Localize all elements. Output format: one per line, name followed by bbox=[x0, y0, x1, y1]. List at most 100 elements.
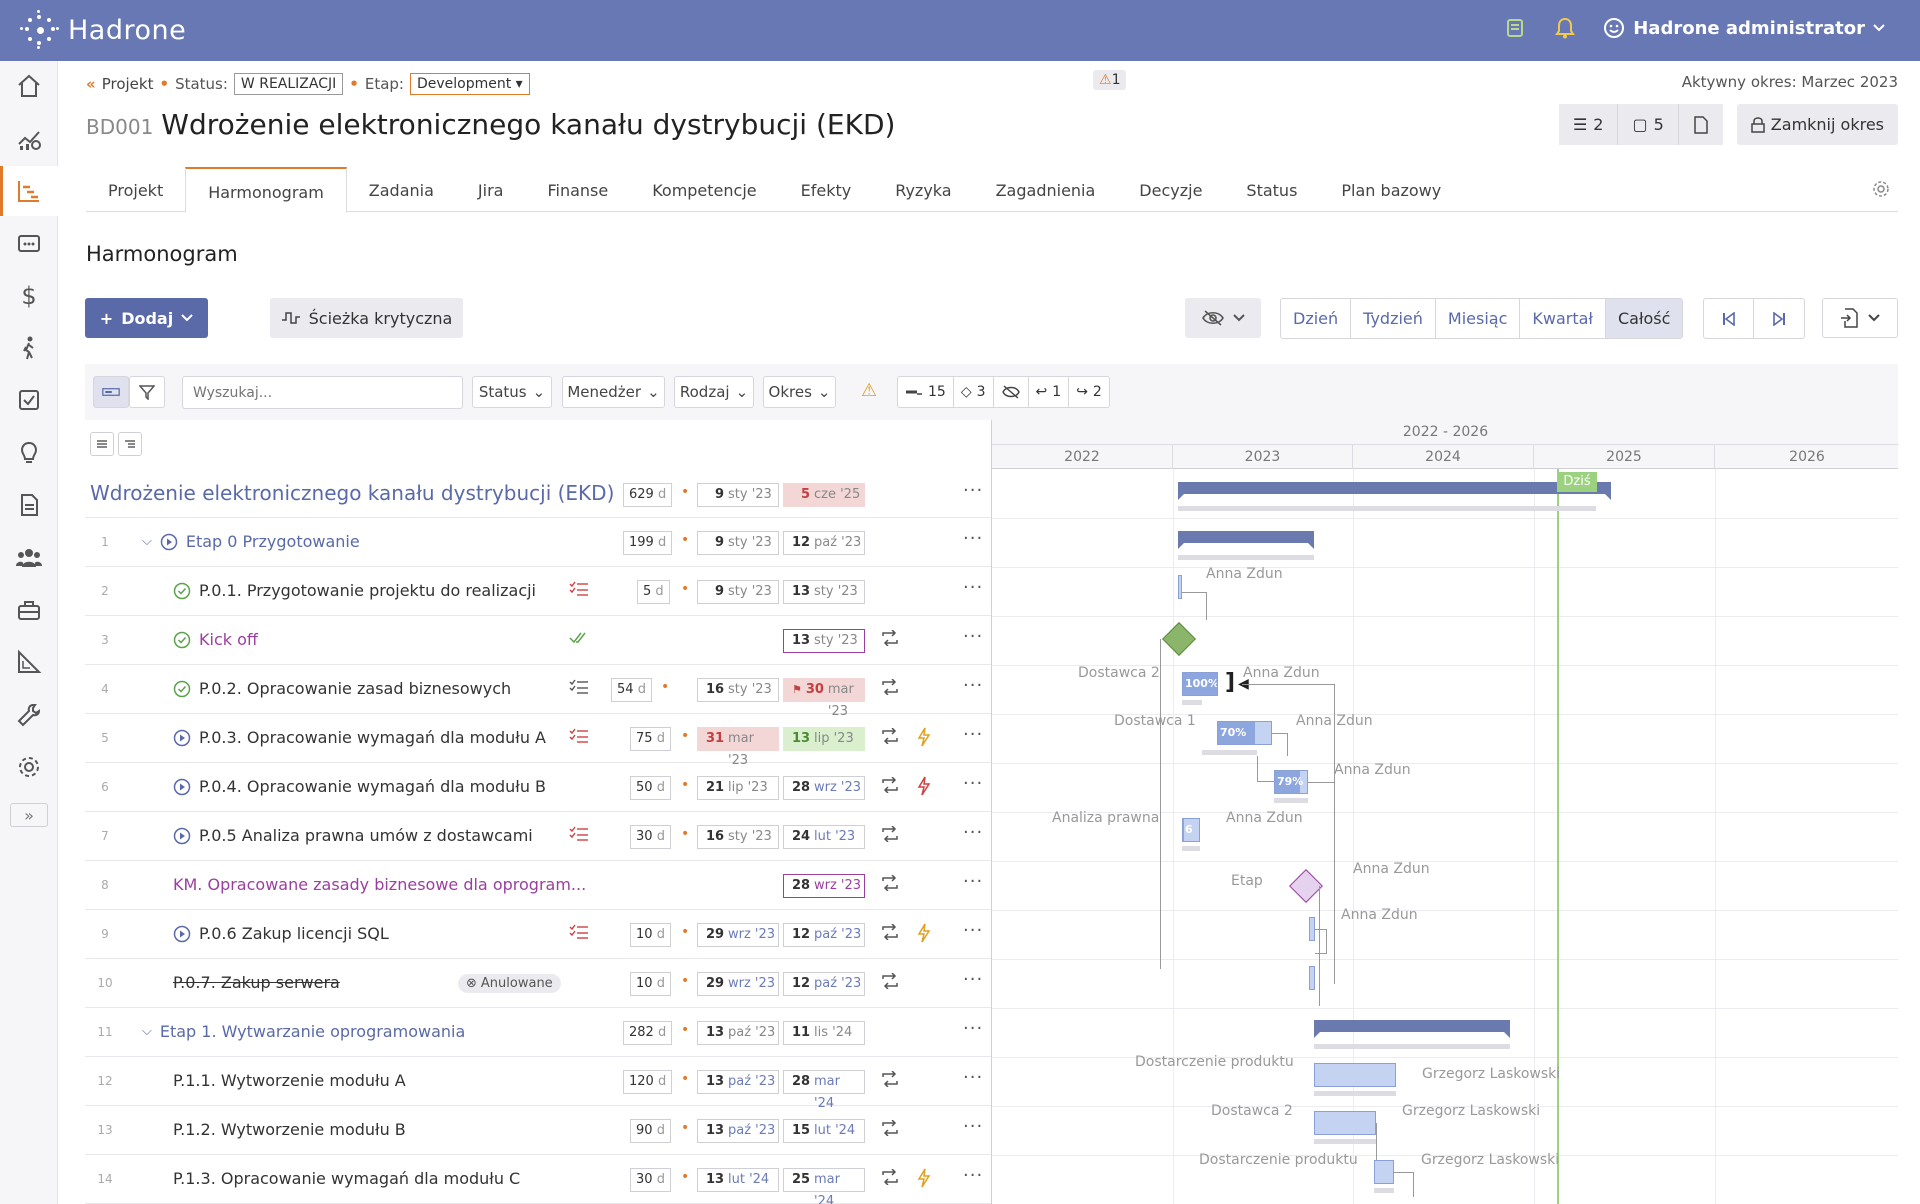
tab-harmonogram[interactable]: Harmonogram bbox=[185, 167, 347, 213]
phase-summary-bar[interactable] bbox=[1178, 531, 1314, 549]
relations-icon[interactable] bbox=[880, 825, 900, 846]
end-date[interactable]: 24 lut '23 bbox=[783, 825, 865, 849]
end-date[interactable]: 12 paź '23 bbox=[783, 531, 865, 555]
task-name[interactable]: P.0.7. Zakup serwera bbox=[173, 973, 340, 992]
zoom-quarter[interactable]: Kwartał bbox=[1520, 299, 1606, 338]
tab-projekt[interactable]: Projekt bbox=[86, 167, 185, 212]
lightning-icon[interactable] bbox=[917, 1168, 931, 1192]
type-filter[interactable]: Rodzaj ⌄ bbox=[674, 376, 754, 408]
task-name[interactable]: KM. Opracowane zasady biznesowe dla opro… bbox=[173, 875, 586, 894]
task-name[interactable]: P.0.5 Analiza prawna umów z dostawcami bbox=[173, 826, 533, 845]
lightbulb-icon[interactable] bbox=[0, 428, 58, 478]
relations-icon[interactable] bbox=[880, 727, 900, 748]
person-walk-icon[interactable] bbox=[0, 323, 58, 373]
task-name[interactable]: P.0.4. Opracowanie wymagań dla modułu B bbox=[173, 777, 546, 796]
stage-dropdown[interactable]: Development ▾ bbox=[409, 73, 530, 95]
start-date[interactable]: 21 lip '23 bbox=[697, 776, 779, 800]
back-chevrons-icon[interactable]: « bbox=[86, 75, 96, 93]
zoom-month[interactable]: Miesiąc bbox=[1436, 299, 1521, 338]
task-name[interactable]: P.0.2. Opracowanie zasad biznesowych bbox=[173, 679, 511, 698]
zoom-week[interactable]: Tydzień bbox=[1351, 299, 1436, 338]
task-name[interactable]: P.1.2. Wytworzenie modułu B bbox=[173, 1120, 406, 1139]
relations-icon[interactable] bbox=[880, 972, 900, 993]
task-name[interactable]: P.1.1. Wytworzenie modułu A bbox=[173, 1071, 406, 1090]
end-date[interactable]: 12 paź '23 bbox=[783, 923, 865, 947]
table-row[interactable]: 11 ⌵ Etap 1. Wytwarzanie oprogramowania 2… bbox=[85, 1008, 991, 1057]
tab-status[interactable]: Status bbox=[1224, 167, 1319, 212]
end-date[interactable]: 13 sty '23 bbox=[783, 629, 865, 653]
checkmarks-icon[interactable] bbox=[569, 630, 587, 649]
start-date[interactable]: 9 sty '23 bbox=[697, 531, 779, 555]
gantt-chart[interactable]: 2022 - 2026 2022 2023 2024 2025 2026 Dzi… bbox=[991, 420, 1898, 1204]
checklist-icon[interactable] bbox=[569, 728, 589, 748]
relations-icon[interactable] bbox=[880, 923, 900, 944]
start-date[interactable]: 13 paź '23 bbox=[697, 1070, 779, 1094]
predecessors-count[interactable]: ↩ 1 bbox=[1029, 377, 1070, 407]
checklist-icon[interactable] bbox=[569, 924, 589, 944]
row-menu-icon[interactable]: ··· bbox=[963, 577, 983, 598]
toggle-grid-icon[interactable] bbox=[93, 376, 129, 408]
close-period-button[interactable]: Zamknij okres bbox=[1736, 104, 1898, 145]
task-bar[interactable]: 100% bbox=[1182, 672, 1218, 696]
task-bar[interactable] bbox=[1314, 1063, 1396, 1087]
tab-finanse[interactable]: Finanse bbox=[525, 167, 630, 212]
phase-summary-bar[interactable] bbox=[1314, 1020, 1510, 1038]
app-logo[interactable]: Hadrone bbox=[20, 8, 186, 52]
row-menu-icon[interactable]: ··· bbox=[963, 480, 983, 501]
table-row[interactable]: 14 P.1.3. Opracowanie wymagań dla modułu… bbox=[85, 1155, 991, 1204]
manager-filter[interactable]: Menedżer ⌄ bbox=[562, 376, 665, 408]
add-button[interactable]: + Dodaj bbox=[85, 298, 208, 338]
tab-kompetencje[interactable]: Kompetencje bbox=[630, 167, 778, 212]
table-row[interactable]: 13 P.1.2. Wytworzenie modułu B 90 d • 13… bbox=[85, 1106, 991, 1155]
expand-sidebar-icon[interactable]: » bbox=[0, 797, 58, 833]
notes-icon[interactable] bbox=[1503, 16, 1527, 40]
task-count[interactable]: 15 bbox=[898, 377, 954, 407]
task-bar[interactable] bbox=[1374, 1160, 1394, 1184]
zoom-all[interactable]: Całość bbox=[1605, 299, 1683, 338]
team-icon[interactable] bbox=[0, 533, 58, 583]
end-date[interactable]: 15 lut '24 bbox=[783, 1119, 865, 1143]
settings-gear-icon[interactable] bbox=[0, 742, 58, 792]
end-date[interactable]: 28 mar '24 bbox=[783, 1070, 865, 1111]
hidden-links-toggle[interactable] bbox=[994, 377, 1029, 407]
task-name[interactable]: ⌵ Etap 0 Przygotowanie bbox=[142, 532, 360, 551]
task-name[interactable]: Kick off bbox=[173, 630, 258, 649]
export-button[interactable] bbox=[1822, 298, 1898, 338]
table-row[interactable]: 7 P.0.5 Analiza prawna umów z dostawcami… bbox=[85, 812, 991, 861]
end-date[interactable]: 11 lis '24 bbox=[783, 1021, 865, 1045]
relations-icon[interactable] bbox=[880, 678, 900, 699]
warning-badge[interactable]: ⚠1 bbox=[1093, 70, 1127, 90]
checkbox-icon[interactable] bbox=[0, 375, 58, 425]
dollar-icon[interactable]: $ bbox=[0, 271, 58, 321]
breadcrumb-project-link[interactable]: Projekt bbox=[102, 75, 154, 93]
end-date[interactable]: 12 paź '23 bbox=[783, 972, 865, 996]
row-menu-icon[interactable]: ··· bbox=[963, 1018, 983, 1039]
zoom-day[interactable]: Dzień bbox=[1281, 299, 1352, 338]
start-date[interactable]: 13 paź '23 bbox=[697, 1021, 779, 1045]
relations-icon[interactable] bbox=[880, 629, 900, 650]
document-icon[interactable] bbox=[0, 480, 58, 530]
filter-icon[interactable] bbox=[129, 376, 165, 408]
relations-icon[interactable] bbox=[880, 1070, 900, 1091]
milestone-count[interactable]: ◇ 3 bbox=[954, 377, 994, 407]
task-name[interactable]: ⌵ Etap 1. Wytwarzanie oprogramowania bbox=[142, 1022, 465, 1041]
end-date[interactable]: 28 wrz '23 bbox=[783, 776, 865, 800]
table-row[interactable]: 9 P.0.6 Zakup licencji SQL 10 d • 29 wrz … bbox=[85, 910, 991, 959]
end-date[interactable]: 13 sty '23 bbox=[783, 580, 865, 604]
relations-icon[interactable] bbox=[880, 874, 900, 895]
lightning-icon[interactable] bbox=[917, 923, 931, 947]
start-date[interactable]: 31 mar '23 bbox=[697, 727, 779, 768]
tab-plan-bazowy[interactable]: Plan bazowy bbox=[1319, 167, 1463, 212]
tab-efekty[interactable]: Efekty bbox=[779, 167, 874, 212]
portfolio-icon[interactable] bbox=[0, 218, 58, 268]
lightning-icon[interactable] bbox=[917, 776, 931, 800]
start-date[interactable]: 9 sty '23 bbox=[697, 580, 779, 604]
period-filter[interactable]: Okres ⌄ bbox=[763, 376, 836, 408]
task-name[interactable]: P.0.6 Zakup licencji SQL bbox=[173, 924, 389, 943]
start-date[interactable]: 29 wrz '23 bbox=[697, 972, 779, 996]
task-name[interactable]: Wdrożenie elektronicznego kanału dystryb… bbox=[90, 481, 614, 505]
row-menu-icon[interactable]: ··· bbox=[963, 1165, 983, 1186]
search-input[interactable] bbox=[182, 376, 463, 409]
warning-icon[interactable]: ⚠ bbox=[861, 380, 877, 401]
start-date[interactable]: 29 wrz '23 bbox=[697, 923, 779, 947]
